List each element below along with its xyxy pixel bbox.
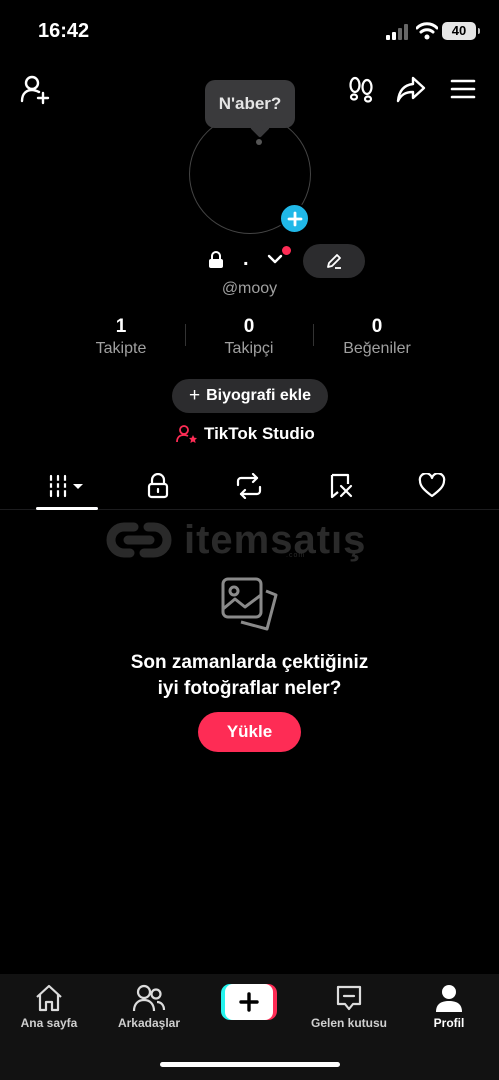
- add-photo-button[interactable]: [279, 203, 310, 234]
- inbox-icon: [336, 985, 362, 1011]
- nav-inbox[interactable]: Gelen kutusu: [304, 982, 394, 1030]
- stat-following[interactable]: 1 Takipte: [56, 316, 186, 358]
- watermark-logo-icon: [106, 522, 172, 558]
- tiktok-studio-link[interactable]: TikTok Studio: [176, 423, 315, 445]
- repost-icon: [236, 473, 262, 499]
- nav-home-label: Ana sayfa: [20, 1016, 78, 1030]
- stat-followers-label: Takipçi: [224, 340, 274, 357]
- share-icon[interactable]: [394, 72, 428, 106]
- menu-icon[interactable]: [446, 72, 480, 106]
- add-bio-button[interactable]: + Biyografi ekle: [172, 379, 328, 413]
- nav-profile-label: Profil: [433, 1016, 465, 1030]
- watermark-suffix: .com: [286, 552, 306, 559]
- create-button[interactable]: [221, 984, 277, 1020]
- empty-state-line2: iyi fotoğraflar neler?: [157, 678, 342, 699]
- upload-button[interactable]: Yükle: [198, 712, 301, 752]
- friends-icon: [132, 984, 166, 1012]
- stat-likes-label: Beğeniler: [343, 340, 411, 357]
- nav-friends-label: Arkadaşlar: [117, 1016, 181, 1030]
- tab-private[interactable]: [123, 466, 193, 506]
- stat-followers[interactable]: 0 Takipçi: [184, 316, 314, 358]
- chevron-down-icon[interactable]: [266, 252, 284, 266]
- watermark-text: itemsatış: [184, 517, 367, 562]
- stat-likes-value: 0: [371, 316, 383, 337]
- stat-followers-value: 0: [243, 316, 255, 337]
- nav-home[interactable]: Ana sayfa: [4, 982, 94, 1030]
- note-bubble[interactable]: N'aber?: [205, 80, 295, 128]
- photos-icon: [221, 577, 278, 631]
- profile-icon: [436, 985, 462, 1012]
- stats-row: 1 Takipte 0 Takipçi 0 Beğeniler: [0, 316, 499, 362]
- footprints-icon[interactable]: [344, 72, 378, 106]
- home-icon: [36, 984, 62, 1012]
- tab-reposts[interactable]: [214, 466, 284, 506]
- active-tab-indicator: [36, 507, 98, 510]
- add-friend-icon[interactable]: [18, 72, 52, 106]
- add-bio-label: Biyografi ekle: [206, 387, 312, 404]
- edit-profile-button[interactable]: [303, 244, 365, 278]
- empty-state-line1: Son zamanlarda çektiğiniz: [130, 652, 369, 673]
- studio-icon: [176, 425, 197, 443]
- lock-icon: [147, 473, 169, 499]
- tab-videos[interactable]: [32, 466, 102, 506]
- bubble-dot: [256, 139, 262, 145]
- nav-friends[interactable]: Arkadaşlar: [104, 982, 194, 1030]
- status-bar: 16:42 40: [0, 0, 499, 60]
- display-name[interactable]: .: [243, 248, 249, 271]
- notification-dot: [282, 246, 291, 255]
- plus-icon: [287, 211, 302, 226]
- stat-following-label: Takipte: [95, 340, 147, 357]
- tab-favorites[interactable]: [306, 466, 376, 506]
- create-icon: [239, 992, 259, 1012]
- pencil-icon: [327, 254, 341, 269]
- bookmark-icon: [330, 473, 353, 499]
- battery-indicator: 40: [442, 22, 480, 40]
- tab-liked[interactable]: [397, 466, 467, 506]
- wifi-icon: [416, 22, 438, 40]
- name-row: .: [0, 244, 499, 278]
- nav-inbox-label: Gelen kutusu: [310, 1016, 387, 1030]
- username-handle: @mooy: [221, 280, 278, 297]
- signal-icon: [386, 24, 408, 40]
- nav-profile[interactable]: Profil: [404, 982, 494, 1030]
- watermark: itemsatış .com: [104, 514, 396, 566]
- content-tabs: [0, 466, 499, 510]
- grid-icon: [49, 474, 83, 498]
- home-indicator: [160, 1062, 340, 1067]
- stat-likes[interactable]: 0 Beğeniler: [312, 316, 442, 358]
- plus-icon: +: [188, 385, 201, 406]
- stat-following-value: 1: [115, 316, 127, 337]
- tiktok-studio-label: TikTok Studio: [204, 424, 315, 443]
- heart-icon: [418, 473, 446, 498]
- private-lock-icon: [209, 251, 223, 268]
- empty-state-title: Son zamanlarda çektiğiniz iyi fotoğrafla…: [0, 650, 499, 702]
- status-time: 16:42: [38, 20, 90, 42]
